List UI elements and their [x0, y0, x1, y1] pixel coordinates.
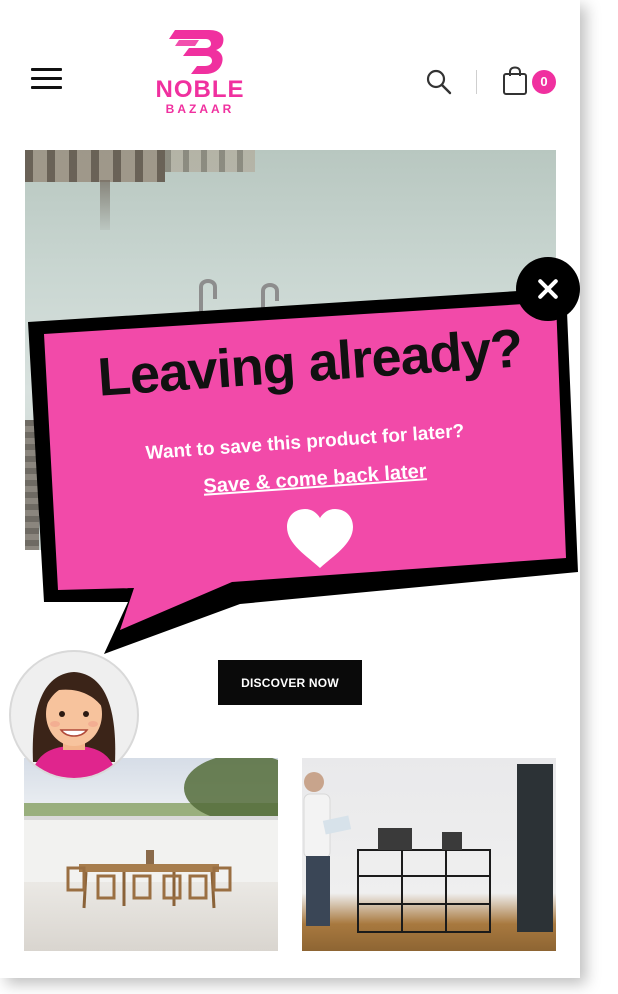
header-divider	[476, 70, 477, 94]
brand-name: NOBLE	[155, 76, 245, 103]
logo-icon	[169, 30, 224, 74]
product-image-dining-set[interactable]	[24, 758, 278, 951]
brand-subtitle: BAZAAR	[165, 102, 235, 116]
speech-bubble	[28, 288, 578, 654]
agent-avatar[interactable]	[9, 650, 139, 780]
close-icon[interactable]	[516, 257, 580, 321]
product-image-shelving-unit[interactable]	[302, 758, 556, 951]
exit-intent-popup: Leaving already? Want to save this produ…	[0, 250, 618, 670]
menu-icon[interactable]	[31, 68, 63, 92]
brand-logo[interactable]: NOBLE BAZAAR	[150, 28, 250, 126]
cart-count-badge: 0	[532, 70, 556, 94]
shopping-bag-icon[interactable]	[502, 66, 528, 96]
heart-icon[interactable]	[285, 508, 355, 570]
search-icon[interactable]	[425, 68, 453, 96]
